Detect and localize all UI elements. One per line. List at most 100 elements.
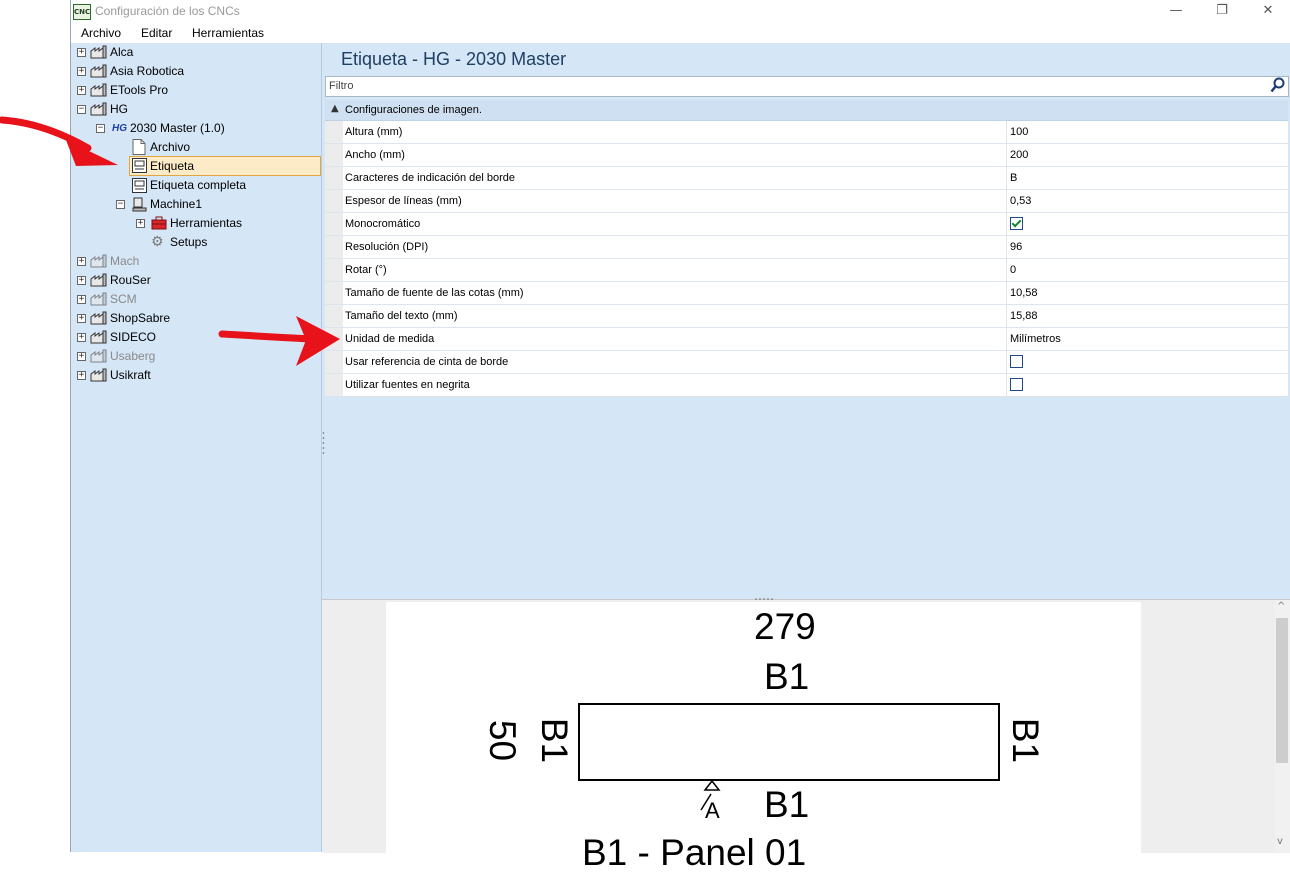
splitter-grip-horizontal[interactable] xyxy=(754,597,774,601)
tree-node-rouser[interactable]: + RouSer xyxy=(71,271,321,290)
expand-icon[interactable]: + xyxy=(77,295,86,304)
collapse-section-icon[interactable]: ▲ xyxy=(331,103,339,114)
scroll-down-icon[interactable]: v xyxy=(1277,836,1283,847)
property-row[interactable]: Rotar (°) 0 xyxy=(325,259,1288,282)
tree-node-setups[interactable]: ⚙ Setups xyxy=(71,233,321,252)
property-name: Usar referencia de cinta de borde xyxy=(345,356,509,368)
tree-node-etiqueta-completa[interactable]: Etiqueta completa xyxy=(71,176,321,195)
tree-label: SCM xyxy=(110,292,137,306)
menu-herramientas[interactable]: Herramientas xyxy=(192,26,264,40)
property-name: Monocromático xyxy=(345,218,421,230)
close-button[interactable]: ✕ xyxy=(1245,0,1290,23)
panel-title: Etiqueta - HG - 2030 Master xyxy=(341,49,567,69)
menu-archivo[interactable]: Archivo xyxy=(81,26,121,40)
property-name: Unidad de medida xyxy=(345,333,435,345)
expand-icon[interactable]: + xyxy=(77,314,86,323)
tree-node-etools-pro[interactable]: + ETools Pro xyxy=(71,81,321,100)
property-row[interactable]: Unidad de medida Milímetros xyxy=(325,328,1288,351)
property-row[interactable]: Utilizar fuentes en negrita xyxy=(325,374,1288,397)
tree-label: Setups xyxy=(170,235,208,249)
machine-icon xyxy=(132,197,147,212)
cinta-borde-checkbox[interactable] xyxy=(1010,355,1023,368)
title-bar: CNC Configuración de los CNCs — ❐ ✕ xyxy=(71,0,1290,23)
grain-marker-label: A xyxy=(705,798,720,823)
preview-canvas: 279 B1 50 B1 B1 B1 A B1 - Panel 01 xyxy=(386,602,1141,871)
tree-label: RouSer xyxy=(110,273,151,287)
tree-label: Etiqueta xyxy=(150,159,195,173)
tree-label: Usikraft xyxy=(110,368,151,382)
menu-editar[interactable]: Editar xyxy=(141,26,172,40)
tree-node-machine1[interactable]: − Machine1 xyxy=(71,195,321,214)
tree-node-asia-robotica[interactable]: + Asia Robotica xyxy=(71,62,321,81)
collapse-icon[interactable]: − xyxy=(116,200,125,209)
property-row[interactable]: Altura (mm) 100 xyxy=(325,121,1288,144)
property-value[interactable]: Milímetros xyxy=(1010,333,1061,345)
property-row[interactable]: Tamaño de fuente de las cotas (mm) 10,58 xyxy=(325,282,1288,305)
tree-node-mach[interactable]: + Mach xyxy=(71,252,321,271)
label-preview: 279 B1 50 B1 B1 B1 A B1 - Panel 01 xyxy=(322,597,1290,871)
property-name: Ancho (mm) xyxy=(345,149,405,161)
tree-label: SIDECO xyxy=(110,330,157,344)
menu-bar: Archivo Editar Herramientas xyxy=(71,23,1290,43)
tree-label: Alca xyxy=(110,45,134,59)
property-value[interactable]: 100 xyxy=(1010,126,1028,138)
factory-icon xyxy=(90,254,107,268)
tree-label: Usaberg xyxy=(110,349,156,363)
property-value[interactable]: 0,53 xyxy=(1010,195,1031,207)
tree-node-herramientas[interactable]: + Herramientas xyxy=(71,214,321,233)
label-icon xyxy=(132,178,147,193)
property-value[interactable]: 0 xyxy=(1010,264,1016,276)
property-row[interactable]: Espesor de líneas (mm) 0,53 xyxy=(325,190,1288,213)
annotation-arrow-icon xyxy=(218,316,340,366)
property-value[interactable]: B xyxy=(1010,172,1017,184)
property-name: Rotar (°) xyxy=(345,264,387,276)
factory-icon xyxy=(90,311,107,325)
property-name: Caracteres de indicación del borde xyxy=(345,172,515,184)
scroll-thumb[interactable] xyxy=(1276,618,1288,763)
dimension-top: 279 xyxy=(754,606,816,647)
property-value[interactable]: 200 xyxy=(1010,149,1028,161)
expand-icon[interactable]: + xyxy=(77,333,86,342)
tree-node-alca[interactable]: + Alca xyxy=(71,43,321,62)
edge-right-label: B1 xyxy=(1005,717,1047,764)
edge-left-label: B1 xyxy=(534,717,576,764)
property-row[interactable]: Tamaño del texto (mm) 15,88 xyxy=(325,305,1288,328)
filter-input[interactable]: Filtro xyxy=(325,76,1289,97)
property-value[interactable]: 10,58 xyxy=(1010,287,1038,299)
expand-icon[interactable]: + xyxy=(77,48,86,57)
property-value[interactable]: 15,88 xyxy=(1010,310,1038,322)
section-header[interactable]: ▲ Configuraciones de imagen. xyxy=(325,100,1288,121)
expand-icon[interactable]: + xyxy=(77,371,86,380)
expand-icon[interactable]: + xyxy=(77,86,86,95)
annotation-arrow-icon xyxy=(0,116,118,166)
tree-node-scm[interactable]: + SCM xyxy=(71,290,321,309)
expand-icon[interactable]: + xyxy=(77,276,86,285)
property-row[interactable]: Caracteres de indicación del borde B xyxy=(325,167,1288,190)
minimize-button[interactable]: — xyxy=(1153,0,1199,23)
tree-label: Archivo xyxy=(150,140,191,154)
tree-label: Machine1 xyxy=(150,197,203,211)
property-name: Tamaño de fuente de las cotas (mm) xyxy=(345,287,524,299)
splitter-grip[interactable] xyxy=(322,430,325,460)
negrita-checkbox[interactable] xyxy=(1010,378,1023,391)
tree-node-etiqueta[interactable]: Etiqueta xyxy=(129,156,321,176)
expand-icon[interactable]: + xyxy=(77,352,86,361)
property-row[interactable]: Monocromático xyxy=(325,213,1288,236)
restore-button[interactable]: ❐ xyxy=(1199,0,1245,23)
properties-panel: Etiqueta - HG - 2030 Master Filtro ▲ Con… xyxy=(322,43,1290,599)
expand-icon[interactable]: + xyxy=(77,257,86,266)
expand-icon[interactable]: + xyxy=(136,219,145,228)
property-row[interactable]: Ancho (mm) 200 xyxy=(325,144,1288,167)
property-row[interactable]: Usar referencia de cinta de borde xyxy=(325,351,1288,374)
expand-icon[interactable]: + xyxy=(77,67,86,76)
property-value[interactable]: 96 xyxy=(1010,241,1022,253)
property-name: Altura (mm) xyxy=(345,126,403,138)
preview-scrollbar[interactable]: ^ v xyxy=(1275,600,1290,852)
window-title: Configuración de los CNCs xyxy=(95,4,240,18)
filter-placeholder: Filtro xyxy=(329,80,354,92)
monocromatico-checkbox[interactable] xyxy=(1010,217,1023,230)
toolbox-icon xyxy=(151,216,167,230)
property-row[interactable]: Resolución (DPI) 96 xyxy=(325,236,1288,259)
scroll-up-icon[interactable]: ^ xyxy=(1277,601,1285,612)
search-icon[interactable] xyxy=(1270,77,1286,94)
